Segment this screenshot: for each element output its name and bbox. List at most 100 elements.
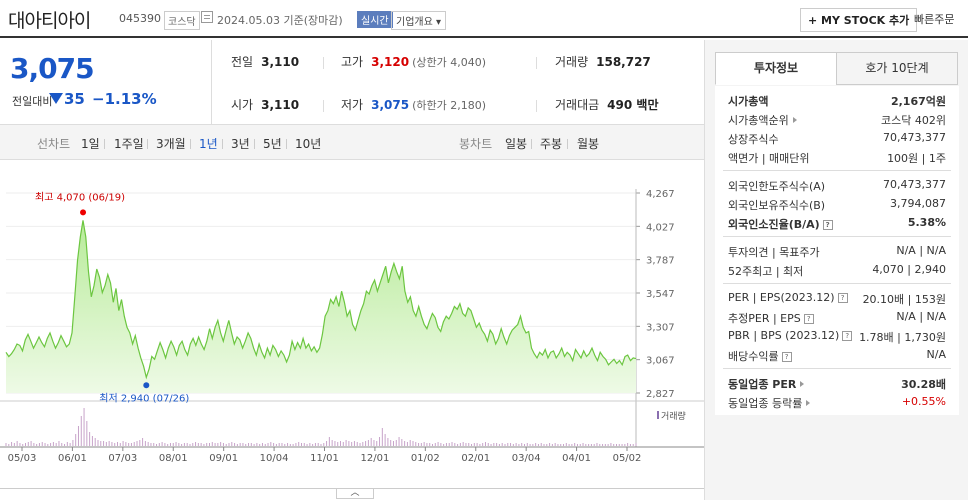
candle-weekly[interactable]: 주봉 <box>540 135 562 152</box>
y-tick-label: 4,027 <box>646 222 675 233</box>
market-badge: 코스닥 <box>164 11 200 30</box>
chevron-right-icon[interactable] <box>800 381 805 387</box>
company-overview-dropdown[interactable]: 기업개요 ▾ <box>391 11 446 30</box>
info-key: 시가총액 <box>728 95 769 108</box>
info-value: 코스닥 402위 <box>881 114 946 127</box>
chevron-up-icon[interactable]: ︿ <box>336 489 374 499</box>
info-row: PER | EPS(2023.12)? 20.10배 | 153원 <box>723 288 951 307</box>
info-value: 1.78배 | 1,730원 <box>859 331 946 344</box>
info-key: 상장주식수 <box>728 133 779 146</box>
change-value: 35 <box>64 90 85 108</box>
prev-close: 전일 3,110 <box>231 55 300 69</box>
period-1w[interactable]: 1주일 <box>114 135 144 152</box>
info-key[interactable]: 추정PER | EPS? <box>728 310 814 326</box>
period-3y[interactable]: 3년 <box>231 135 250 152</box>
candle-monthly[interactable]: 월봉 <box>577 135 599 152</box>
info-key[interactable]: 시가총액순위 <box>728 112 797 128</box>
volume: 거래량 158,727 <box>555 55 651 69</box>
current-price: 3,075 <box>10 52 95 85</box>
low-annotation: 최저 2,940 (07/26) <box>99 392 189 404</box>
period-5y[interactable]: 5년 <box>263 135 282 152</box>
info-key: 외국인한도주식수(A) <box>728 180 826 193</box>
x-tick-label: 08/01 <box>159 453 188 464</box>
info-group: 시가총액 2,167억원시가총액순위 코스닥 402위상장주식수 70,473,377… <box>723 86 951 171</box>
price-area <box>6 220 636 393</box>
high-annotation: 최고 4,070 (06/19) <box>35 191 125 203</box>
info-row: 외국인소진율(B/A)? 5.38% <box>723 213 951 232</box>
info-row: PBR | BPS (2023.12)? 1.78배 | 1,730원 <box>723 326 951 345</box>
period-3m[interactable]: 3개월 <box>156 135 186 152</box>
info-key[interactable]: 배당수익률? <box>728 348 792 364</box>
x-tick-label: 02/01 <box>461 453 490 464</box>
chevron-right-icon[interactable] <box>806 400 811 406</box>
info-key: 52주최고 | 최저 <box>728 265 804 278</box>
info-value: N/A | N/A <box>896 244 946 257</box>
chevron-right-icon[interactable] <box>792 117 797 123</box>
stock-name: 대아티아이 <box>8 10 91 32</box>
period-1d[interactable]: 1일 <box>81 135 100 152</box>
my-stock-add-button[interactable]: + MY STOCK 추가 <box>800 8 918 32</box>
y-tick-label: 3,787 <box>646 256 675 267</box>
tab-investment-info[interactable]: 투자정보 <box>715 52 837 85</box>
candle-daily[interactable]: 일봉 <box>505 135 527 152</box>
info-key[interactable]: 외국인소진율(B/A)? <box>728 216 833 232</box>
y-tick-label: 2,827 <box>646 389 675 400</box>
info-row: 상장주식수 70,473,377 <box>723 128 951 147</box>
period-10y[interactable]: 10년 <box>295 135 321 152</box>
info-row: 동일업종 등락률 +0.55% <box>723 392 951 411</box>
volume-legend-swatch <box>657 411 659 419</box>
info-value: 5.38% <box>907 216 946 229</box>
help-icon[interactable]: ? <box>781 352 792 362</box>
info-key[interactable]: PER | EPS(2023.12)? <box>728 291 848 304</box>
x-tick-label: 03/04 <box>512 453 541 464</box>
info-group: 투자의견 | 목표주가 N/A | N/A 52주최고 | 최저 4,070 | 2,… <box>723 237 951 284</box>
info-row: 동일업종 PER 30.28배 <box>723 373 951 392</box>
period-bar: 선차트 1일 1주일 3개월 1년 3년 5년 10년 봉차트 일봉 주봉 월봉 <box>0 124 704 160</box>
help-icon[interactable]: ? <box>837 293 848 303</box>
current-price-box: 3,075 전일대비 35 −1.13% <box>0 40 212 124</box>
info-row: 52주최고 | 최저 4,070 | 2,940 <box>723 260 951 279</box>
info-key: 투자의견 | 목표주가 <box>728 246 820 259</box>
info-value: +0.55% <box>901 395 946 408</box>
line-chart-label: 선차트 <box>37 137 71 151</box>
price-chart-svg: 4,267 4,027 3,787 3,547 3,307 3,067 2,827 최고 4… <box>0 189 704 464</box>
info-value: 100원 | 1주 <box>887 152 946 165</box>
change-label: 전일대비 <box>12 95 53 108</box>
open-price: 시가 3,110 <box>231 98 300 112</box>
quick-order-button[interactable]: 빠른주문 <box>914 11 954 27</box>
calendar-icon <box>201 11 213 23</box>
investment-panel: 투자정보 호가 10단계 시가총액 2,167억원 시가총액순위 코스닥 402위 상장… <box>704 40 968 500</box>
x-tick-label: 11/01 <box>310 453 339 464</box>
info-row: 투자의견 | 목표주가 N/A | N/A <box>723 241 951 260</box>
realtime-button[interactable]: 실시간 <box>357 11 393 28</box>
y-tick-label: 3,067 <box>646 356 675 367</box>
info-key[interactable]: 동일업종 PER <box>728 376 805 392</box>
down-arrow-icon <box>49 93 63 104</box>
x-tick-label: 01/02 <box>411 453 440 464</box>
chart-scroll[interactable]: ︿ <box>0 488 704 500</box>
x-tick-label: 04/01 <box>562 453 591 464</box>
info-row: 시가총액 2,167억원 <box>723 90 951 109</box>
price-chart[interactable]: 4,267 4,027 3,787 3,547 3,307 3,067 2,827 최고 4… <box>0 161 704 488</box>
high-price: 고가 3,120 (상한가 4,040) <box>341 55 486 69</box>
stock-header: 대아티아이 045390 코스닥 2024.05.03 기준(장마감) 실시간 … <box>0 0 968 38</box>
x-tick-label: 06/01 <box>58 453 87 464</box>
change-percent: −1.13% <box>92 90 157 108</box>
help-icon[interactable]: ? <box>842 331 853 341</box>
info-key[interactable]: PBR | BPS (2023.12)? <box>728 329 853 342</box>
help-icon[interactable]: ? <box>822 220 833 230</box>
tab-hoga-10[interactable]: 호가 10단계 <box>836 52 958 85</box>
x-tick-label: 05/02 <box>613 453 642 464</box>
info-key[interactable]: 동일업종 등락률 <box>728 395 811 411</box>
panel-tabs: 투자정보 호가 10단계 <box>715 52 959 85</box>
help-icon[interactable]: ? <box>803 314 814 324</box>
info-group: 외국인한도주식수(A) 70,473,377 외국인보유주식수(B) 3,794,08… <box>723 171 951 237</box>
low-price: 저가 3,075 (하한가 2,180) <box>341 98 486 112</box>
info-value: 70,473,377 <box>883 131 946 144</box>
info-row: 외국인보유주식수(B) 3,794,087 <box>723 194 951 213</box>
info-value: 20.10배 | 153원 <box>862 293 946 306</box>
x-tick-label: 12/01 <box>361 453 390 464</box>
info-value: N/A <box>926 348 946 361</box>
info-value: 3,794,087 <box>890 197 946 210</box>
period-1y[interactable]: 1년 <box>199 135 218 152</box>
